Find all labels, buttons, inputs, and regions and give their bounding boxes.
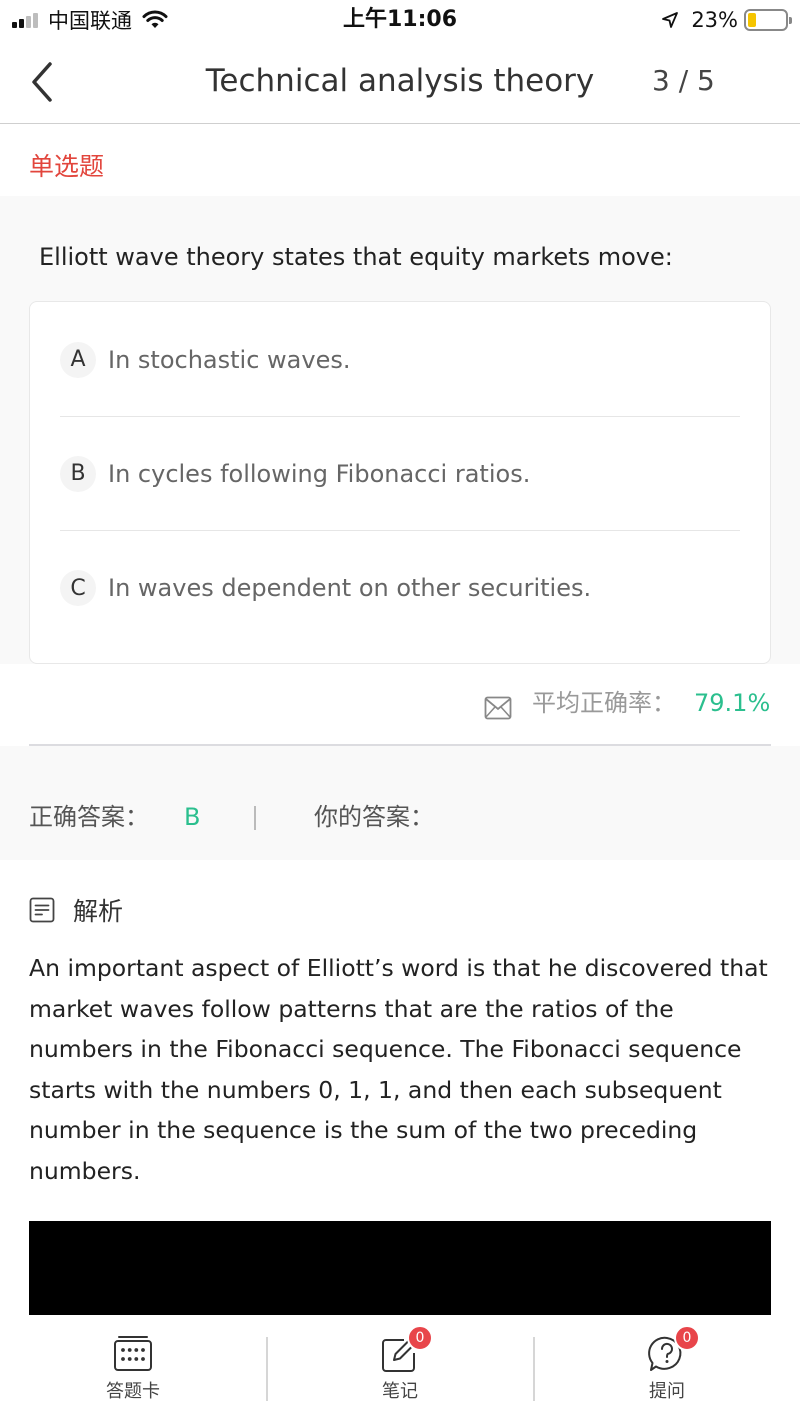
option-text: In waves dependent on other securities. — [108, 574, 592, 602]
tab-label: 提问 — [649, 1381, 685, 1402]
option-b[interactable]: B In cycles following Fibonacci ratios. — [60, 417, 740, 531]
answer-separator — [254, 806, 256, 830]
average-rate-label: 平均正确率： — [532, 689, 676, 717]
document-icon — [29, 897, 55, 923]
option-c[interactable]: C In waves dependent on other securities… — [60, 531, 740, 645]
tab-label: 笔记 — [382, 1381, 418, 1402]
battery-nub — [789, 17, 792, 24]
answer-card-icon — [114, 1336, 152, 1371]
location-arrow-icon — [662, 12, 679, 28]
status-right: 23% — [661, 6, 792, 34]
media-placeholder — [29, 1221, 771, 1315]
bottom-tab-bar: 答题卡 0 笔记 0 提问 — [0, 1315, 800, 1422]
ask-badge: 0 — [674, 1325, 700, 1351]
notes-badge: 0 — [407, 1325, 433, 1351]
average-rate-value: 79.1% — [694, 689, 771, 717]
tab-label: 答题卡 — [106, 1381, 160, 1402]
battery-icon — [744, 9, 792, 31]
option-text: In stochastic waves. — [108, 345, 351, 374]
question-counter: 3 / 5 — [652, 64, 715, 97]
analysis-header: 解析 — [29, 890, 123, 930]
status-bar: 中国联通 上午11:06 23% — [0, 0, 800, 40]
correct-answer-value: B — [184, 803, 201, 831]
question-block: Elliott wave theory states that equity m… — [0, 196, 800, 664]
option-text: In cycles following Fibonacci ratios. — [108, 459, 531, 488]
question-text: Elliott wave theory states that equity m… — [39, 243, 673, 271]
option-letter: B — [60, 455, 96, 492]
options-list: A In stochastic waves. B In cycles follo… — [29, 301, 771, 664]
answer-row: 正确答案： B 你的答案： — [0, 746, 800, 860]
analysis-title: 解析 — [73, 897, 124, 926]
correct-answer-label: 正确答案： — [29, 803, 149, 831]
question-type-label: 单选题 — [29, 152, 105, 181]
mail-icon — [484, 696, 512, 720]
option-a[interactable]: A In stochastic waves. — [60, 303, 740, 417]
your-answer-label: 你的答案： — [314, 803, 434, 831]
tab-notes[interactable]: 0 笔记 — [267, 1315, 533, 1422]
option-letter: A — [60, 341, 96, 378]
battery-fill — [748, 13, 756, 27]
tab-answer-card[interactable]: 答题卡 — [0, 1315, 266, 1422]
battery-percent: 23% — [691, 8, 738, 32]
analysis-text: An important aspect of Elliott’s word is… — [29, 954, 768, 1185]
tab-ask[interactable]: 0 提问 — [534, 1315, 800, 1422]
nav-bar: Technical analysis theory 3 / 5 — [0, 40, 800, 124]
option-letter: C — [60, 570, 96, 606]
average-rate-row: 平均正确率： 79.1% — [0, 680, 800, 728]
